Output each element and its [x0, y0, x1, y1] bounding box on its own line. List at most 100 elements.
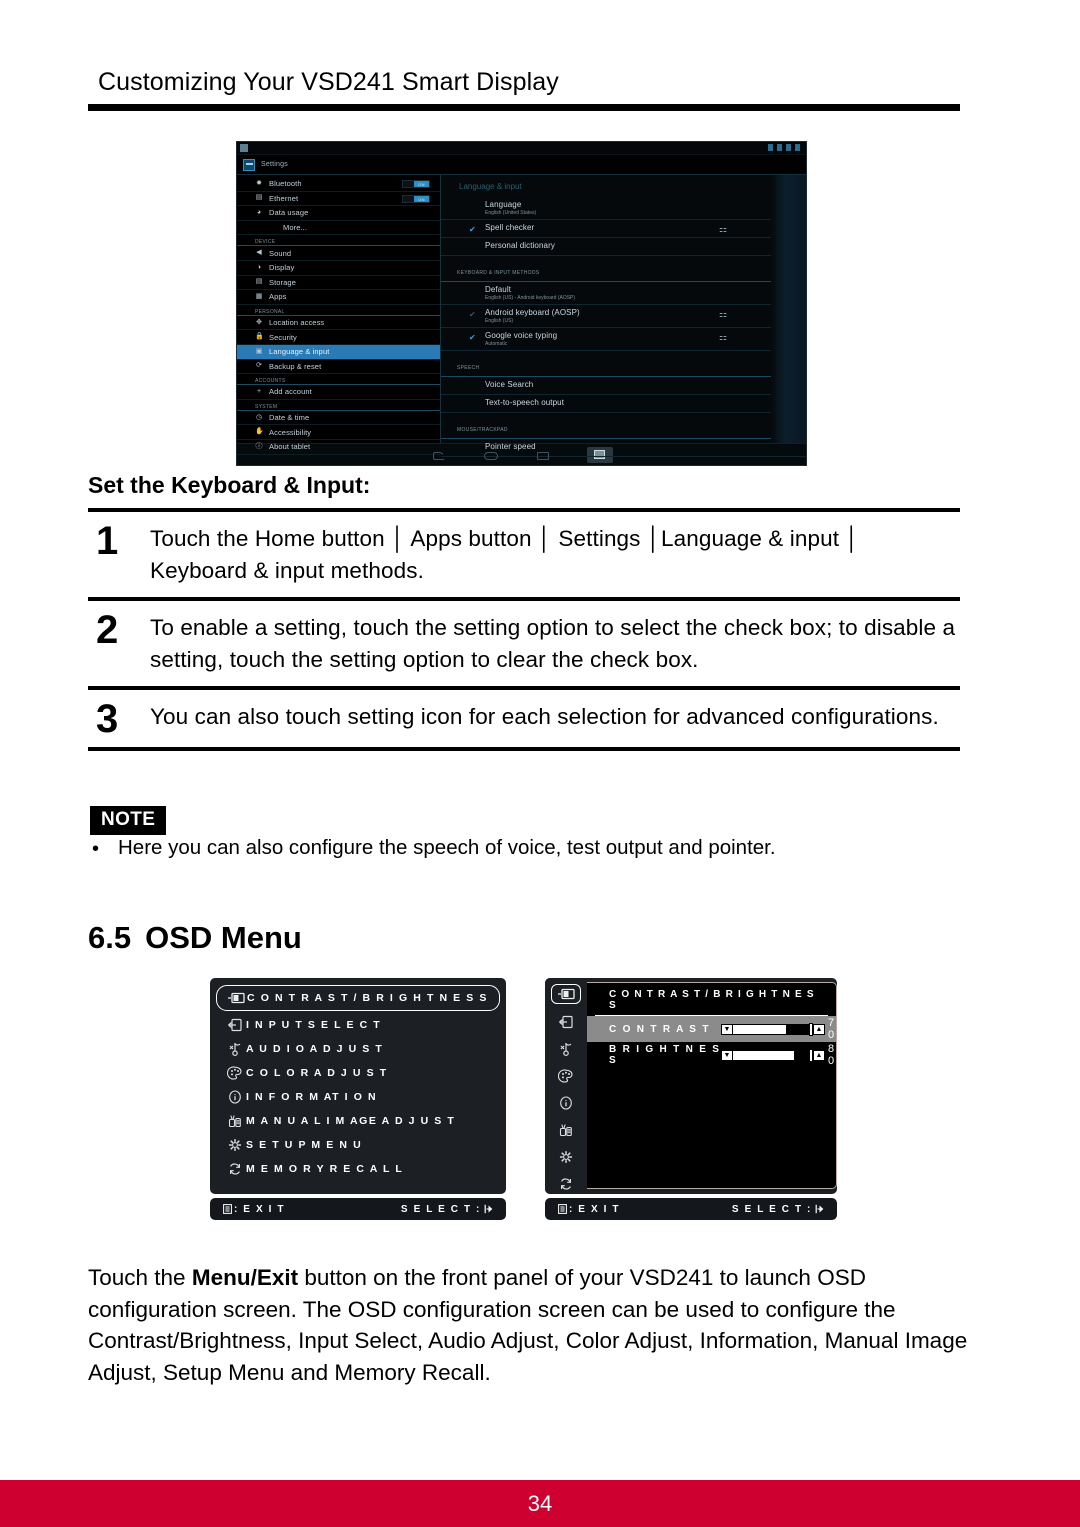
brightness-slider[interactable]: ▼ ▲	[721, 1048, 825, 1062]
back-icon[interactable]	[431, 450, 445, 460]
memory-recall-icon[interactable]	[553, 1175, 579, 1193]
osd-menu-item-audio-adjust[interactable]: A U D I O A D J U S T	[210, 1037, 506, 1061]
detail-row-sub: English (US)	[485, 318, 514, 324]
detail-row-voice-search[interactable]: Voice Search	[441, 377, 806, 395]
osd-exit-button[interactable]: : E X I T	[558, 1204, 620, 1215]
sidebar-item-language-input[interactable]: ▣ Language & input	[237, 344, 440, 360]
sidebar-item-date-time[interactable]: ◷ Date & time	[237, 411, 440, 426]
sidebar-item-location-access[interactable]: ✥ Location access	[237, 316, 440, 331]
detail-row-default[interactable]: Default English (US) - Android keyboard …	[441, 282, 806, 305]
step-item: 3 You can also touch setting icon for ea…	[88, 690, 960, 747]
detail-row-label: Android keyboard (AOSP)	[485, 308, 580, 317]
setup-menu-icon[interactable]	[553, 1148, 579, 1166]
sidebar-item-display[interactable]: ◑ Display	[237, 261, 440, 276]
osd-select-label: S E L E C T :	[731, 1203, 812, 1215]
settings-app-title: Settings	[261, 161, 288, 168]
audio-adjust-icon[interactable]	[553, 1040, 579, 1058]
osd-footer-bar: : E X I T S E L E C T :	[210, 1198, 506, 1220]
checkbox-checked-icon[interactable]: ✔	[469, 226, 476, 234]
osd-exit-button[interactable]: : E X I T	[223, 1204, 285, 1215]
osd-menu-item-label: C O L O R A D J U S T	[246, 1067, 388, 1079]
checkbox-checked-icon[interactable]: ✔	[469, 334, 476, 342]
settings-gear-icon[interactable]: ⚏	[719, 333, 728, 342]
detail-group-keyboard-input-methods: KEYBOARD & INPUT METHODS	[441, 256, 806, 282]
osd-select-button[interactable]: S E L E C T :	[732, 1204, 824, 1215]
osd-menu-item-manual-image-adjust[interactable]: M A N U A L I M AGE A D J U S T	[210, 1109, 506, 1133]
color-adjust-icon	[224, 1066, 246, 1080]
sidebar-item-more[interactable]: More...	[237, 221, 440, 236]
sidebar-item-data-usage[interactable]: ◕ Data usage	[237, 206, 440, 221]
settings-sidebar: ✸ Bluetooth ON ▤ Ethernet ON ◕ Data usag…	[237, 175, 441, 455]
home-icon[interactable]	[483, 450, 498, 460]
sidebar-item-label: Data usage	[269, 208, 309, 218]
osd-contrast-screen: C O N T R A S T / B R I G H T N E S S C …	[545, 978, 837, 1194]
sidebar-item-about-tablet[interactable]: ⓘ About tablet	[237, 440, 440, 455]
osd-menu-item-input-select[interactable]: I N P U T S E L E C T	[210, 1013, 506, 1037]
sidebar-item-add-account[interactable]: + Add account	[237, 385, 440, 400]
sidebar-group-label: DEVICE	[255, 239, 276, 246]
osd-menu-item-label: M A N U A L I M AGE A D J U S T	[246, 1115, 456, 1127]
menu-icon	[558, 1204, 567, 1214]
recent-apps-icon[interactable]	[535, 450, 549, 460]
ethernet-toggle[interactable]: ON	[402, 194, 430, 203]
slider-increase-icon[interactable]: ▲	[813, 1023, 825, 1035]
manual-image-adjust-icon[interactable]	[553, 1121, 579, 1139]
step-item: 2 To enable a setting, touch the setting…	[88, 601, 960, 686]
color-adjust-icon[interactable]	[553, 1067, 579, 1085]
detail-row-google-voice-typing[interactable]: ✔ Google voice typing Automatic ⚏	[441, 328, 806, 351]
information-icon[interactable]	[553, 1094, 579, 1112]
notification-icon	[240, 144, 248, 152]
sidebar-item-apps[interactable]: ▦ Apps	[237, 290, 440, 305]
osd-setting-value: 8 0	[828, 1043, 836, 1067]
osd-setting-contrast[interactable]: C O N T R A S T ▼ ▲ 7 0	[587, 1016, 836, 1042]
osd-setting-label: B R I G H T N E S S	[609, 1044, 721, 1066]
input-select-icon[interactable]	[553, 1013, 579, 1031]
settings-gear-icon[interactable]: ⚏	[719, 225, 728, 234]
sidebar-item-sound[interactable]: ◀ Sound	[237, 246, 440, 261]
osd-menu-item-contrast-brightness[interactable]: C O N T R A S T / B R I G H T N E S S	[216, 985, 500, 1011]
slider-track[interactable]	[733, 1023, 809, 1035]
detail-row-android-keyboard[interactable]: ✔ Android keyboard (AOSP) English (US) ⚏	[441, 305, 806, 328]
slider-decrease-icon[interactable]: ▼	[721, 1023, 733, 1035]
detail-row-text-to-speech-output[interactable]: Text-to-speech output	[441, 395, 806, 413]
battery-icon	[795, 144, 800, 151]
osd-menu-item-color-adjust[interactable]: C O L O R A D J U S T	[210, 1061, 506, 1085]
more-icon	[255, 224, 263, 232]
input-select-icon	[224, 1018, 246, 1032]
slider-track[interactable]	[733, 1049, 809, 1061]
bluetooth-status-icon	[777, 144, 782, 151]
display-icon: ◑	[256, 263, 262, 271]
osd-menu-item-label: S E T U P M E N U	[246, 1139, 363, 1151]
sidebar-item-label: Date & time	[269, 413, 310, 423]
osd-menu-item-memory-recall[interactable]: M E M O R Y R E C A L L	[210, 1157, 506, 1181]
backup-icon: ⟳	[256, 362, 262, 370]
status-icons	[768, 144, 800, 151]
settings-gear-icon[interactable]: ⚏	[719, 310, 728, 319]
detail-row-language[interactable]: Language English (United States)	[441, 197, 806, 220]
section-number: 6.5	[88, 920, 132, 955]
bluetooth-toggle[interactable]: ON	[402, 180, 430, 188]
detail-row-sub: English (US) - Android keyboard (AOSP)	[485, 295, 576, 301]
bluetooth-icon: ✸	[256, 179, 262, 187]
osd-menu-item-label: I N P U T S E L E C T	[246, 1019, 382, 1031]
contrast-slider[interactable]: ▼ ▲	[721, 1022, 825, 1036]
sidebar-item-security[interactable]: 🔒 Security	[237, 330, 440, 345]
osd-menu-item-information[interactable]: I N F O R M AT I O N	[210, 1085, 506, 1109]
sidebar-item-storage[interactable]: ▤ Storage	[237, 276, 440, 291]
sidebar-item-accessibility[interactable]: ✋ Accessibility	[237, 425, 440, 440]
slider-increase-icon[interactable]: ▲	[813, 1049, 825, 1061]
osd-menu-item-label: M E M O R Y R E C A L L	[246, 1163, 404, 1175]
checkbox-checked-icon[interactable]: ✔	[469, 311, 476, 319]
osd-select-button[interactable]: S E L E C T :	[401, 1204, 493, 1215]
data-usage-icon: ◕	[256, 208, 262, 216]
osd-setting-brightness[interactable]: B R I G H T N E S S ▼ ▲ 8 0	[587, 1042, 836, 1068]
sidebar-item-bluetooth[interactable]: ✸ Bluetooth ON	[237, 177, 440, 192]
sidebar-item-ethernet[interactable]: ▤ Ethernet ON	[237, 192, 440, 207]
detail-row-spell-checker[interactable]: ✔ Spell checker ⚏	[441, 220, 806, 238]
slider-decrease-icon[interactable]: ▼	[721, 1049, 733, 1061]
detail-row-personal-dictionary[interactable]: Personal dictionary	[441, 238, 806, 256]
sidebar-item-backup-reset[interactable]: ⟳ Backup & reset	[237, 360, 440, 375]
contrast-brightness-icon[interactable]	[551, 984, 581, 1004]
storage-icon: ▤	[255, 278, 263, 286]
osd-menu-item-setup-menu[interactable]: S E T U P M E N U	[210, 1133, 506, 1157]
